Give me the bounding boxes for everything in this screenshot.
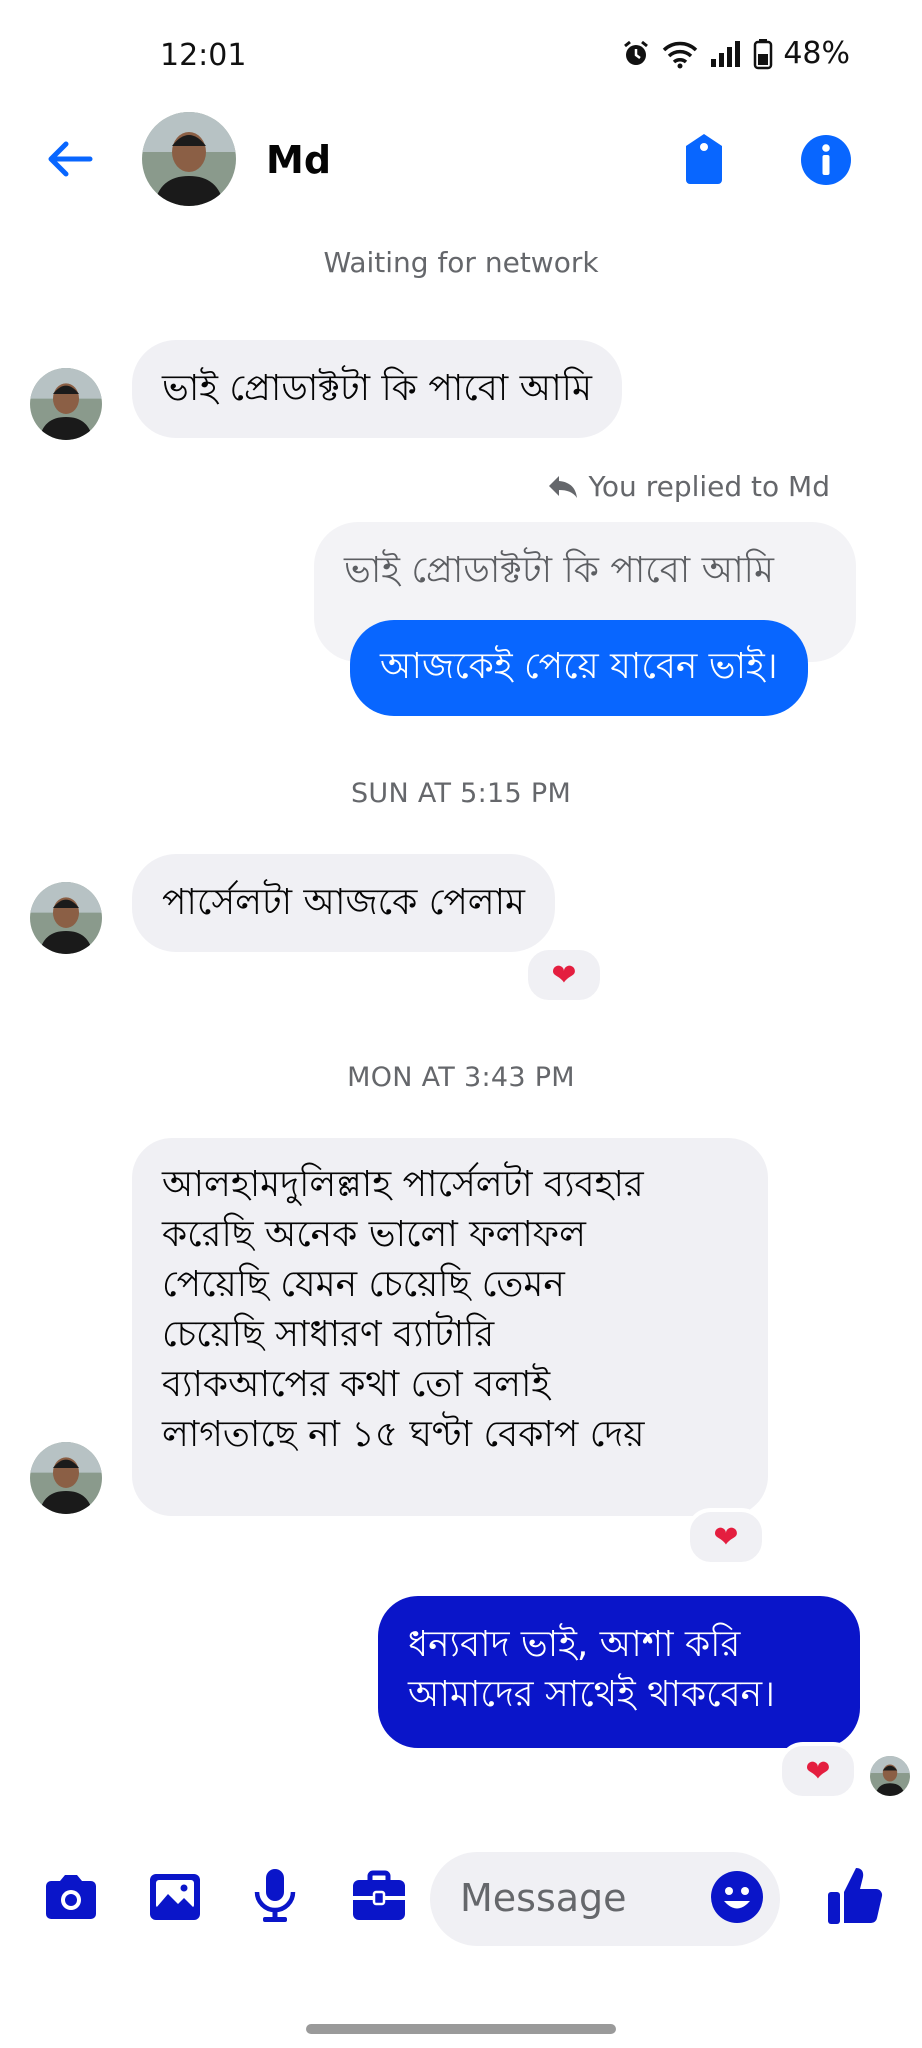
avatar-photo bbox=[30, 1442, 102, 1514]
sender-avatar[interactable] bbox=[30, 882, 102, 954]
heart-icon: ❤ bbox=[805, 1753, 831, 1789]
battery-icon bbox=[754, 38, 773, 69]
avatar-photo bbox=[30, 368, 102, 440]
info-icon[interactable] bbox=[800, 134, 852, 186]
avatar-photo bbox=[870, 1756, 910, 1796]
reply-icon bbox=[548, 475, 577, 498]
contact-name[interactable]: Md bbox=[266, 138, 331, 182]
message-line: পেয়েছি যেমন চেয়েছি তেমন bbox=[162, 1264, 565, 1305]
seen-avatar bbox=[870, 1756, 910, 1796]
incoming-message[interactable]: পার্সেলটা আজকে পেলাম bbox=[132, 854, 556, 952]
timestamp: SUN AT 5:15 PM bbox=[350, 778, 572, 809]
message-line: চেয়েছি সাধারণ ব্যাটারি bbox=[162, 1314, 495, 1355]
thumbs-up-icon[interactable] bbox=[826, 1864, 886, 1928]
tag-icon[interactable] bbox=[680, 132, 728, 186]
sender-avatar[interactable] bbox=[30, 1442, 102, 1514]
emoji-icon[interactable] bbox=[710, 1870, 764, 1924]
message-line: আলহামদুলিল্লাহ পার্সেলটা ব্যবহার bbox=[162, 1164, 644, 1205]
heart-reaction[interactable]: ❤ bbox=[686, 1508, 766, 1566]
heart-icon: ❤ bbox=[713, 1519, 739, 1555]
incoming-message[interactable]: ভাই প্রোডাক্টটা কি পাবো আমি bbox=[132, 340, 622, 438]
timestamp: MON AT 3:43 PM bbox=[347, 1062, 575, 1093]
image-icon[interactable] bbox=[146, 1868, 204, 1926]
message-text: আজকেই পেয়ে যাবেন ভাই। bbox=[380, 646, 778, 687]
signal-icon bbox=[711, 40, 741, 67]
heart-reaction[interactable]: ❤ bbox=[778, 1742, 858, 1800]
message-text: পার্সেলটা আজকে পেলাম bbox=[162, 882, 526, 923]
sender-avatar[interactable] bbox=[30, 368, 102, 440]
back-arrow-icon[interactable] bbox=[44, 134, 94, 184]
message-text: ভাই প্রোডাক্টটা কি পাবো আমি bbox=[162, 368, 592, 409]
network-status: Waiting for network bbox=[323, 246, 599, 279]
heart-icon: ❤ bbox=[551, 957, 577, 993]
heart-reaction[interactable]: ❤ bbox=[524, 946, 604, 1004]
wifi-icon bbox=[663, 41, 698, 68]
message-line: আমাদের সাথেই থাকবেন। bbox=[408, 1674, 776, 1715]
message-line: ব্যাকআপের কথা তো বলাই bbox=[162, 1364, 551, 1405]
message-line: করেছি অনেক ভালো ফলাফল bbox=[162, 1214, 586, 1255]
message-line: লাগতাছে না ১৫ ঘণ্টা বেকাপ দেয় bbox=[162, 1414, 645, 1455]
message-line: ধন্যবাদ ভাই, আশা করি bbox=[408, 1624, 741, 1665]
avatar-photo bbox=[30, 882, 102, 954]
camera-icon[interactable] bbox=[42, 1868, 100, 1926]
reply-note: You replied to Md bbox=[547, 470, 830, 503]
microphone-icon[interactable] bbox=[246, 1866, 304, 1924]
outgoing-message[interactable]: ধন্যবাদ ভাই, আশা করি আমাদের সাথেই থাকবেন… bbox=[378, 1596, 860, 1748]
quoted-text: ভাই প্রোডাক্টটা কি পাবো আমি bbox=[344, 550, 774, 591]
status-icons: 48% bbox=[621, 36, 850, 71]
alarm-icon bbox=[624, 40, 649, 65]
contact-avatar[interactable] bbox=[142, 112, 236, 206]
reply-note-text: You replied to Md bbox=[588, 470, 830, 503]
briefcase-icon[interactable] bbox=[350, 1868, 408, 1926]
incoming-message[interactable]: আলহামদুলিল্লাহ পার্সেলটা ব্যবহার করেছি অ… bbox=[132, 1138, 768, 1516]
outgoing-message[interactable]: আজকেই পেয়ে যাবেন ভাই। bbox=[350, 620, 808, 716]
avatar-photo bbox=[142, 112, 236, 206]
message-placeholder: Message bbox=[460, 1876, 627, 1920]
home-indicator[interactable] bbox=[306, 2024, 616, 2034]
status-time: 12:01 bbox=[160, 38, 247, 73]
battery-percent: 48% bbox=[783, 36, 850, 71]
